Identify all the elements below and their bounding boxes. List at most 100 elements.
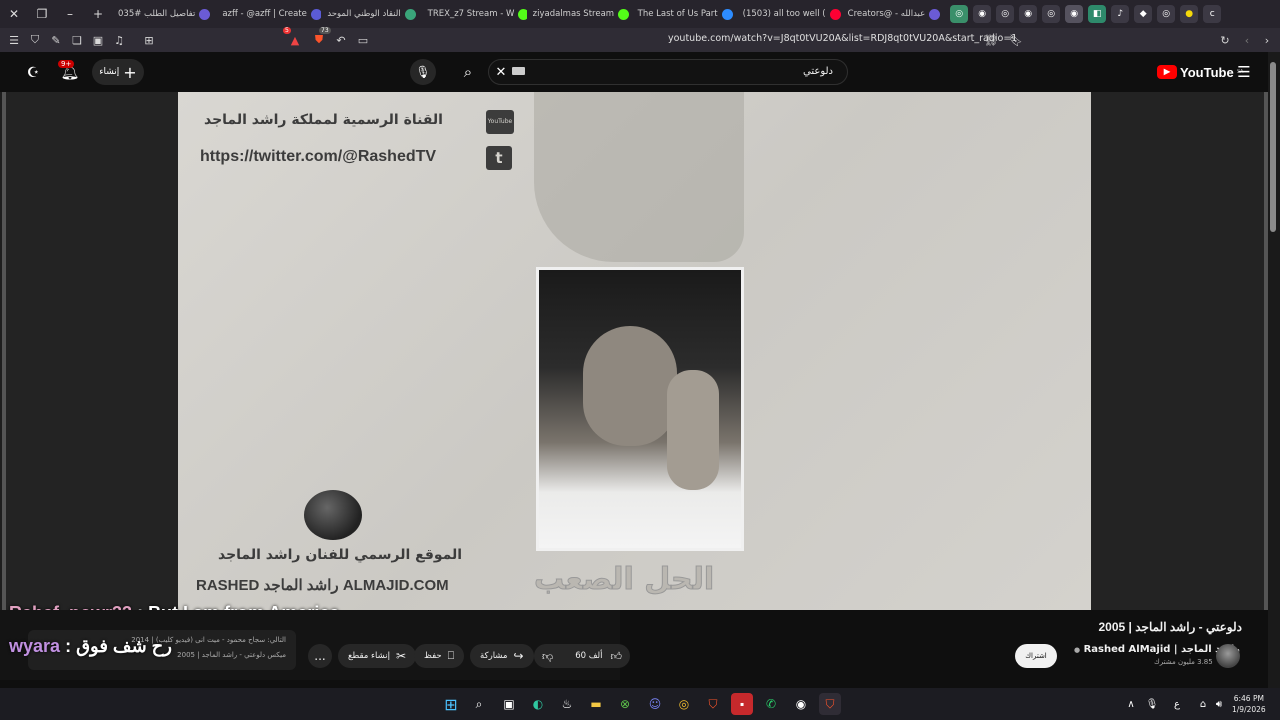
account-avatar[interactable]: ☪ xyxy=(22,62,44,84)
cast-icon[interactable]: ▭ xyxy=(353,30,373,50)
search-icon[interactable]: ⌕ xyxy=(468,693,490,715)
input-language[interactable]: ع xyxy=(1166,693,1188,715)
guide-menu-icon[interactable]: ☰ xyxy=(1234,62,1254,82)
brave-icon[interactable]: ⛉ xyxy=(702,693,724,715)
browser-tab[interactable]: ziyadalmas Stream xyxy=(527,0,632,28)
search-icon[interactable]: ⌕ xyxy=(456,62,480,82)
shield-icon[interactable]: ⛉ xyxy=(25,30,45,50)
sidebar-icon[interactable]: ▣ xyxy=(88,30,108,50)
steam-icon[interactable]: ♨ xyxy=(556,693,578,715)
video-title: دلوعتي - راشد الماجد | 2005 xyxy=(1098,620,1243,634)
voice-search-icon[interactable]: 🎙︎ xyxy=(410,59,436,85)
tab-label: (1503) all too well ( xyxy=(742,9,826,19)
forward-icon[interactable]: › xyxy=(1257,30,1277,50)
browser-tab[interactable]: تفاصيل الطلب #035 xyxy=(112,0,216,28)
save-label: حفظ xyxy=(424,651,442,661)
screenshot-icon[interactable]: ⊞ xyxy=(139,30,159,50)
create-button[interactable]: إنشاء + xyxy=(92,59,144,85)
address-bar[interactable]: youtube.com/watch?v=J8qt0tVU20A&list=RDJ… xyxy=(668,33,1017,44)
reload-icon[interactable]: ↻ xyxy=(1215,30,1235,50)
browser-tab[interactable]: The Last of Us Part xyxy=(632,0,737,28)
pinned-tab-icon[interactable]: ◉ xyxy=(1019,5,1038,23)
search-input[interactable]: دلوعتي xyxy=(488,59,848,85)
youtube-play-icon: ▶ xyxy=(1157,65,1177,79)
clip-label: إنشاء مقطع xyxy=(348,651,390,661)
tab-favicon-icon xyxy=(518,8,527,20)
vpn-icon[interactable]: ⛓ xyxy=(981,30,1001,50)
browser-tab[interactable]: azff - @azff | Create xyxy=(216,0,322,28)
browser-tab[interactable]: (1503) all too well ( xyxy=(737,0,842,28)
clear-search-icon[interactable]: ✕ xyxy=(492,62,510,82)
new-tab-icon[interactable]: + xyxy=(84,0,112,28)
browser-tab[interactable]: Creators@ - عبدالله xyxy=(842,0,947,28)
brave-shield-icon[interactable]: ⛊ 73 xyxy=(309,27,331,50)
pinned-tab-icon[interactable]: ◆ xyxy=(1134,5,1153,23)
volume-icon[interactable]: 🔊︎ xyxy=(1208,693,1230,715)
bookmark-icon: ⎕ xyxy=(447,649,455,662)
like-icon[interactable]: 👍︎ xyxy=(611,650,623,663)
like-dislike-group: 👎︎ 60 ألف 👍︎ xyxy=(534,644,630,668)
pinned-tab-icon[interactable]: ◎ xyxy=(1042,5,1061,23)
back-arrow-icon[interactable]: ↶ xyxy=(331,30,351,50)
dislike-icon[interactable]: 👎︎ xyxy=(542,650,553,663)
clip-button[interactable]: إنشاء مقطع ✂ xyxy=(338,644,417,668)
pinned-tab-icon[interactable]: ◉ xyxy=(973,5,992,23)
chat-separator: : xyxy=(65,636,77,656)
alert-icon[interactable]: ▲ 5 xyxy=(283,27,305,50)
youtube-header: ☪ 🔔︎ 9+ إنشاء + 🎙︎ ⌕ دلوعتي ✕ ▶ YouTube S… xyxy=(0,52,1280,92)
pinned-tab-icon[interactable]: ♪ xyxy=(1111,5,1130,23)
site-logo-icon xyxy=(304,490,362,540)
channel-avatar[interactable] xyxy=(1216,644,1240,668)
extensions-icon[interactable]: ✎ xyxy=(46,30,66,50)
app-icon[interactable]: ▪ xyxy=(731,693,753,715)
xbox-icon[interactable]: ⊗ xyxy=(614,693,636,715)
menu-icon[interactable]: ☰ xyxy=(4,30,24,50)
pinned-tab-icon[interactable]: ◎ xyxy=(996,5,1015,23)
tabs-icon[interactable]: ❏ xyxy=(67,30,87,50)
pinned-tab-icon[interactable]: c xyxy=(1203,5,1222,23)
share-button[interactable]: مشاركة ↪ xyxy=(470,644,534,668)
keyboard-icon[interactable] xyxy=(512,67,525,75)
browser-tab[interactable]: النقاد الوطني الموحد xyxy=(321,0,421,28)
chrome-icon[interactable]: ◎ xyxy=(673,693,695,715)
youtube-mini-icon: YouTube xyxy=(486,110,514,134)
whatsapp-icon[interactable]: ✆ xyxy=(760,693,782,715)
pinned-tab-icon[interactable]: ◎ xyxy=(1157,5,1176,23)
music-icon[interactable]: ♫ xyxy=(109,30,129,50)
browser-tab[interactable]: TREX_z7 Stream - W xyxy=(422,0,527,28)
save-button[interactable]: حفظ ⎕ xyxy=(414,644,465,668)
tray-chevron-icon[interactable]: ∧ xyxy=(1120,693,1142,715)
twitter-icon: t xyxy=(486,146,512,170)
brave-active-icon[interactable]: ⛉ xyxy=(819,693,841,715)
video-player[interactable]: القناة الرسمية لمملكة راشد الماجد YouTub… xyxy=(2,92,1268,610)
discord-icon[interactable]: ☺ xyxy=(644,693,666,715)
clock-date: 1/9/2026 xyxy=(1232,705,1266,714)
pinned-tab-icon[interactable]: ◉ xyxy=(1065,5,1084,23)
pinned-tab-icon[interactable]: ◎ xyxy=(950,5,969,23)
task-view-icon[interactable]: ▣ xyxy=(498,693,520,715)
restore-window-icon[interactable]: ❐ xyxy=(28,0,56,28)
subscribe-button[interactable]: اشتراك xyxy=(1015,644,1057,668)
file-explorer-icon[interactable]: ▬ xyxy=(585,693,607,715)
page-scrollbar[interactable] xyxy=(1268,52,1280,688)
notifications-bell-icon[interactable]: 🔔︎ 9+ xyxy=(58,60,82,84)
tab-favicon-icon xyxy=(721,8,733,20)
more-actions-button[interactable]: ... xyxy=(308,644,332,668)
scrollbar-thumb[interactable] xyxy=(1270,62,1276,232)
back-icon[interactable]: ‹ xyxy=(1237,30,1257,50)
youtube-logo[interactable]: ▶ YouTube SA xyxy=(1157,63,1243,81)
edge-icon[interactable]: ◐ xyxy=(527,693,549,715)
minimize-window-icon[interactable]: – xyxy=(56,0,84,28)
channel-name[interactable]: ● Rashed AlMajid | راشد الماجد xyxy=(1074,644,1240,655)
bookmark-icon[interactable]: 🔖︎ xyxy=(1006,30,1026,50)
pinned-tab-icon[interactable]: ◧ xyxy=(1088,5,1107,23)
start-icon[interactable]: ⊞ xyxy=(440,693,462,715)
subscriber-count: 3.85 مليون مشترك xyxy=(1154,658,1213,666)
close-window-icon[interactable]: ✕ xyxy=(0,0,28,28)
obs-icon[interactable]: ◉ xyxy=(790,693,812,715)
clock[interactable]: 6:46 PM 1/9/2026 xyxy=(1232,693,1266,715)
microphone-icon[interactable]: 🎙︎ xyxy=(1141,693,1163,715)
create-label: إنشاء xyxy=(99,67,120,77)
pinned-tab-icon[interactable]: ● xyxy=(1180,5,1199,23)
youtube-logo-text: YouTube xyxy=(1180,64,1234,80)
